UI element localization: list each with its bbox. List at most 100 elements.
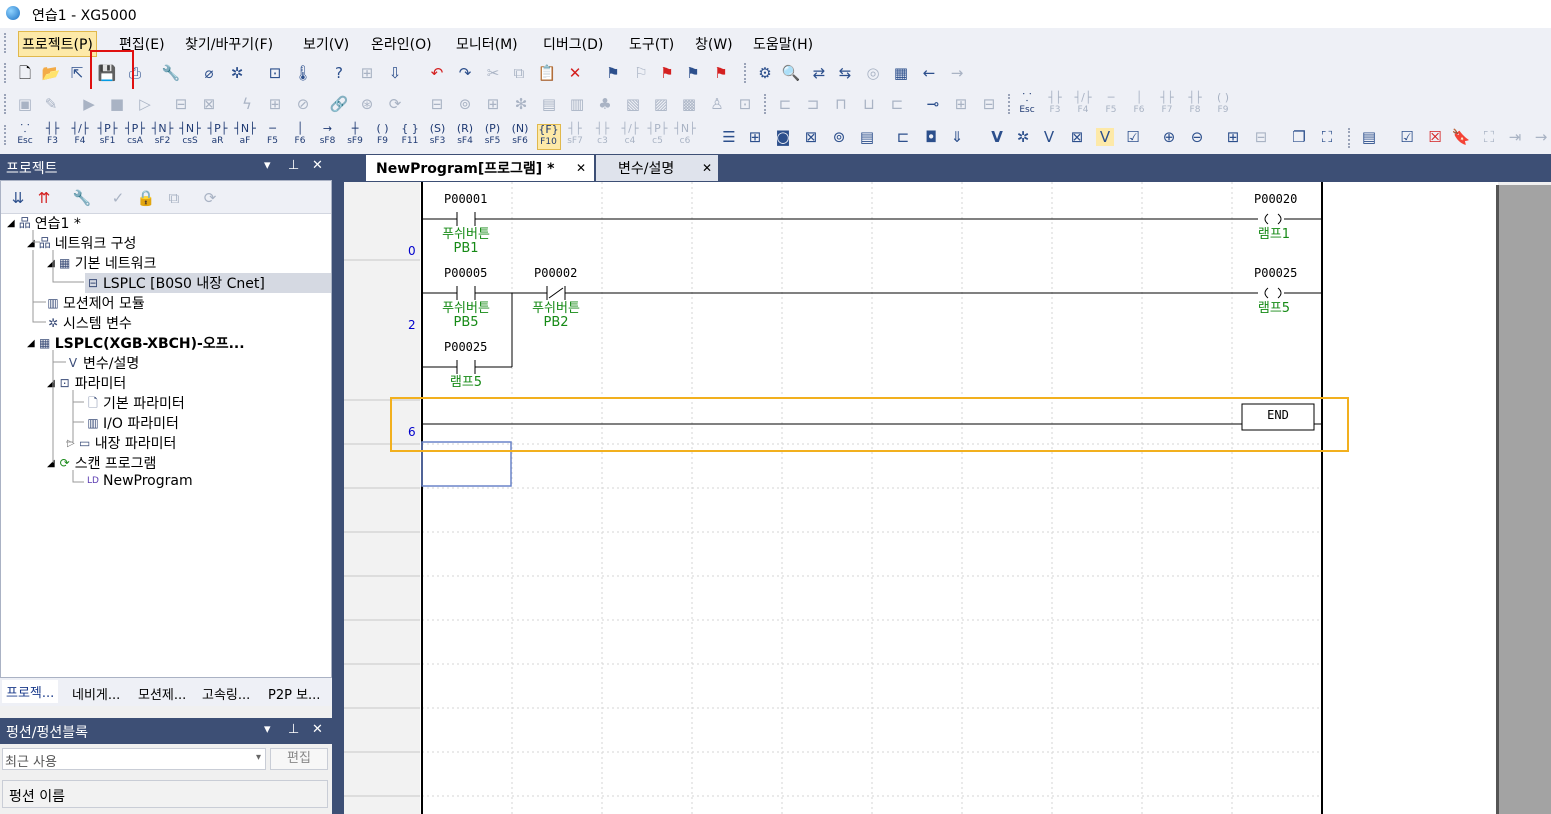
contact-address[interactable]: P00025 [444,340,487,354]
io-sync-icon[interactable]: ⊚ [456,95,474,113]
chart-line-icon[interactable]: ▨ [652,95,670,113]
device-icon[interactable]: ⊡ [736,95,754,113]
flash-icon[interactable]: ϟ [238,95,256,113]
instruction-icon[interactable]: ⊟ [980,95,998,113]
panel-close-icon[interactable]: ✕ [312,158,323,173]
system-icon[interactable]: ▩ [680,95,698,113]
new-file-icon[interactable]: 🗋 [16,64,34,82]
fkey-f3-button[interactable]: ┤├ F3 [1044,92,1066,117]
grid-icon[interactable]: ▦ [892,64,910,82]
check-icon[interactable]: ☑ [1124,128,1142,146]
link-icon[interactable]: 🔗 [330,95,349,113]
replace-icon[interactable]: ⇄ [810,64,828,82]
user-icon[interactable]: ♙ [708,95,726,113]
find-device-icon[interactable]: ⚙ [756,64,774,82]
bookmark-clear-icon[interactable]: ⚑ [658,64,676,82]
panel-pin-icon[interactable]: ⊥ [288,158,299,173]
help-icon[interactable]: ? [330,64,348,82]
toolbar-grip[interactable] [1348,128,1353,148]
device-view-icon[interactable]: ✲ [1014,128,1032,146]
connect-settings-icon[interactable]: ✲ [228,64,246,82]
find-next-icon[interactable]: ◎ [864,64,882,82]
contact-address[interactable]: P00001 [444,192,487,206]
plc-read-icon[interactable]: ⊟ [172,95,190,113]
fkey-c4-button[interactable]: ┤/├ c4 [619,123,641,148]
rung-download-icon[interactable]: ⇓ [948,128,966,146]
online-mode-icon[interactable]: ▣ [16,95,34,113]
fkey-f7-button[interactable]: ┤├ F7 [1156,92,1178,117]
redo-icon[interactable]: ↷ [456,64,474,82]
reset-icon[interactable]: ⊘ [294,95,312,113]
io-info-icon[interactable]: ⊟ [428,95,446,113]
checkbox-icon[interactable]: ☑ [1398,128,1416,146]
menu-tools[interactable]: 도구(T) [626,34,677,54]
trend-icon[interactable]: ✻ [512,95,530,113]
download-icon[interactable]: ⇩ [386,64,404,82]
bookmark-prev-icon[interactable]: ⚐ [632,64,650,82]
tab-navigator[interactable]: 네비게... [72,684,120,703]
fkey-f4-button[interactable]: ┤/├ F4 [69,123,91,148]
device-list-icon[interactable]: ⊠ [1068,128,1086,146]
bookmark-icon[interactable]: 🔖 [1452,128,1471,146]
wrench-icon[interactable]: 🔧 [162,64,181,82]
zoom-out-icon[interactable]: ⊖ [1188,128,1206,146]
register-icon[interactable]: ▥ [568,95,586,113]
back-arrow-icon[interactable]: ← [920,64,938,82]
fkey-ar-button[interactable]: ┤P├ aR [207,123,229,148]
panel-dropdown-icon[interactable]: ▾ [264,158,271,173]
fkey-c3-button[interactable]: ┤├ c3 [592,123,614,148]
open-from-plc-icon[interactable]: ⇱ [68,64,86,82]
tab-highspeed-link[interactable]: 고속링... [202,684,250,703]
step-into-icon[interactable]: ⇥ [1506,128,1524,146]
bookmark-remove-icon[interactable]: ⚑ [712,64,730,82]
fkey-sf9-button[interactable]: ┼ sF9 [344,123,366,148]
menu-project[interactable]: 프로젝트(P) [18,31,97,57]
view-list-icon[interactable]: ☰ [720,128,738,146]
breakpoint-icon[interactable]: ⊔ [860,95,878,113]
fkey-sf7-button[interactable]: ┤├ sF7 [564,123,586,148]
table-icon[interactable]: ▤ [540,95,558,113]
stop-icon[interactable]: ■ [108,95,126,113]
fkey-f6-button[interactable]: │ F6 [289,123,311,148]
menu-online[interactable]: 온라인(O) [368,34,435,54]
panel-splitter[interactable] [332,154,344,814]
monitor-start-icon[interactable]: 🌡 [293,64,312,82]
fkey-sf2-button[interactable]: ┤N├ sF2 [152,123,174,148]
fkey-f6-button[interactable]: │ F6 [1128,92,1150,117]
run-icon[interactable]: ▶ [80,95,98,113]
menu-help[interactable]: 도움말(H) [750,34,816,54]
user-event-icon[interactable]: ♣ [596,95,614,113]
fkey-sf8-button[interactable]: → sF8 [317,123,339,148]
zoom-in-icon[interactable]: ⊕ [1160,128,1178,146]
module-icon[interactable]: ⊞ [484,95,502,113]
fkey-f5-button[interactable]: ─ F5 [262,123,284,148]
fkey-f9-button[interactable]: ( ) F9 [1212,92,1234,117]
toolbar-grip[interactable] [4,63,9,83]
ladder-editor[interactable]: 0 2 6 P00001 푸쉬버튼 PB1 P00020 램프1 P00005 푸… [344,182,1498,814]
fkey-f9-button[interactable]: ( ) F9 [372,123,394,148]
menu-debug[interactable]: 디버그(D) [540,34,606,54]
write-icon[interactable]: ⊡ [266,64,284,82]
undo-icon[interactable]: ↶ [428,64,446,82]
toolbar-grip[interactable] [744,63,749,83]
panel-pin-icon[interactable]: ⊥ [288,722,299,737]
fkey-esc-button[interactable]: ⸪ Esc [1016,92,1038,117]
fkey-af-button[interactable]: ┤N├ aF [234,123,256,148]
fkey-f5-button[interactable]: ─ F5 [1100,92,1122,117]
fkey-csa-button[interactable]: ┤P├ csA [124,123,146,148]
window-icon[interactable]: ❐ [1290,128,1308,146]
step-out-icon[interactable]: ⊓ [832,95,850,113]
step-forward-icon[interactable]: → [1532,128,1550,146]
view-device-icon[interactable]: ◙ [774,128,792,146]
plc-write-icon[interactable]: ⊠ [200,95,218,113]
connect-icon[interactable]: ⌀ [200,64,218,82]
fkey-f11-button[interactable]: { } F11 [399,123,421,148]
toolbar-grip[interactable] [1008,94,1013,114]
open-folder-icon[interactable]: 📂 [42,64,61,82]
fkey-f4-button[interactable]: ┤/├ F4 [1072,92,1094,117]
expand-icon[interactable]: ⛶ [1480,128,1498,146]
diagnose-icon[interactable]: ⊛ [358,95,376,113]
toolbar-grip[interactable] [4,94,9,114]
rung-select-icon[interactable]: ◘ [922,128,940,146]
fkey-f8-button[interactable]: ┤├ F8 [1184,92,1206,117]
